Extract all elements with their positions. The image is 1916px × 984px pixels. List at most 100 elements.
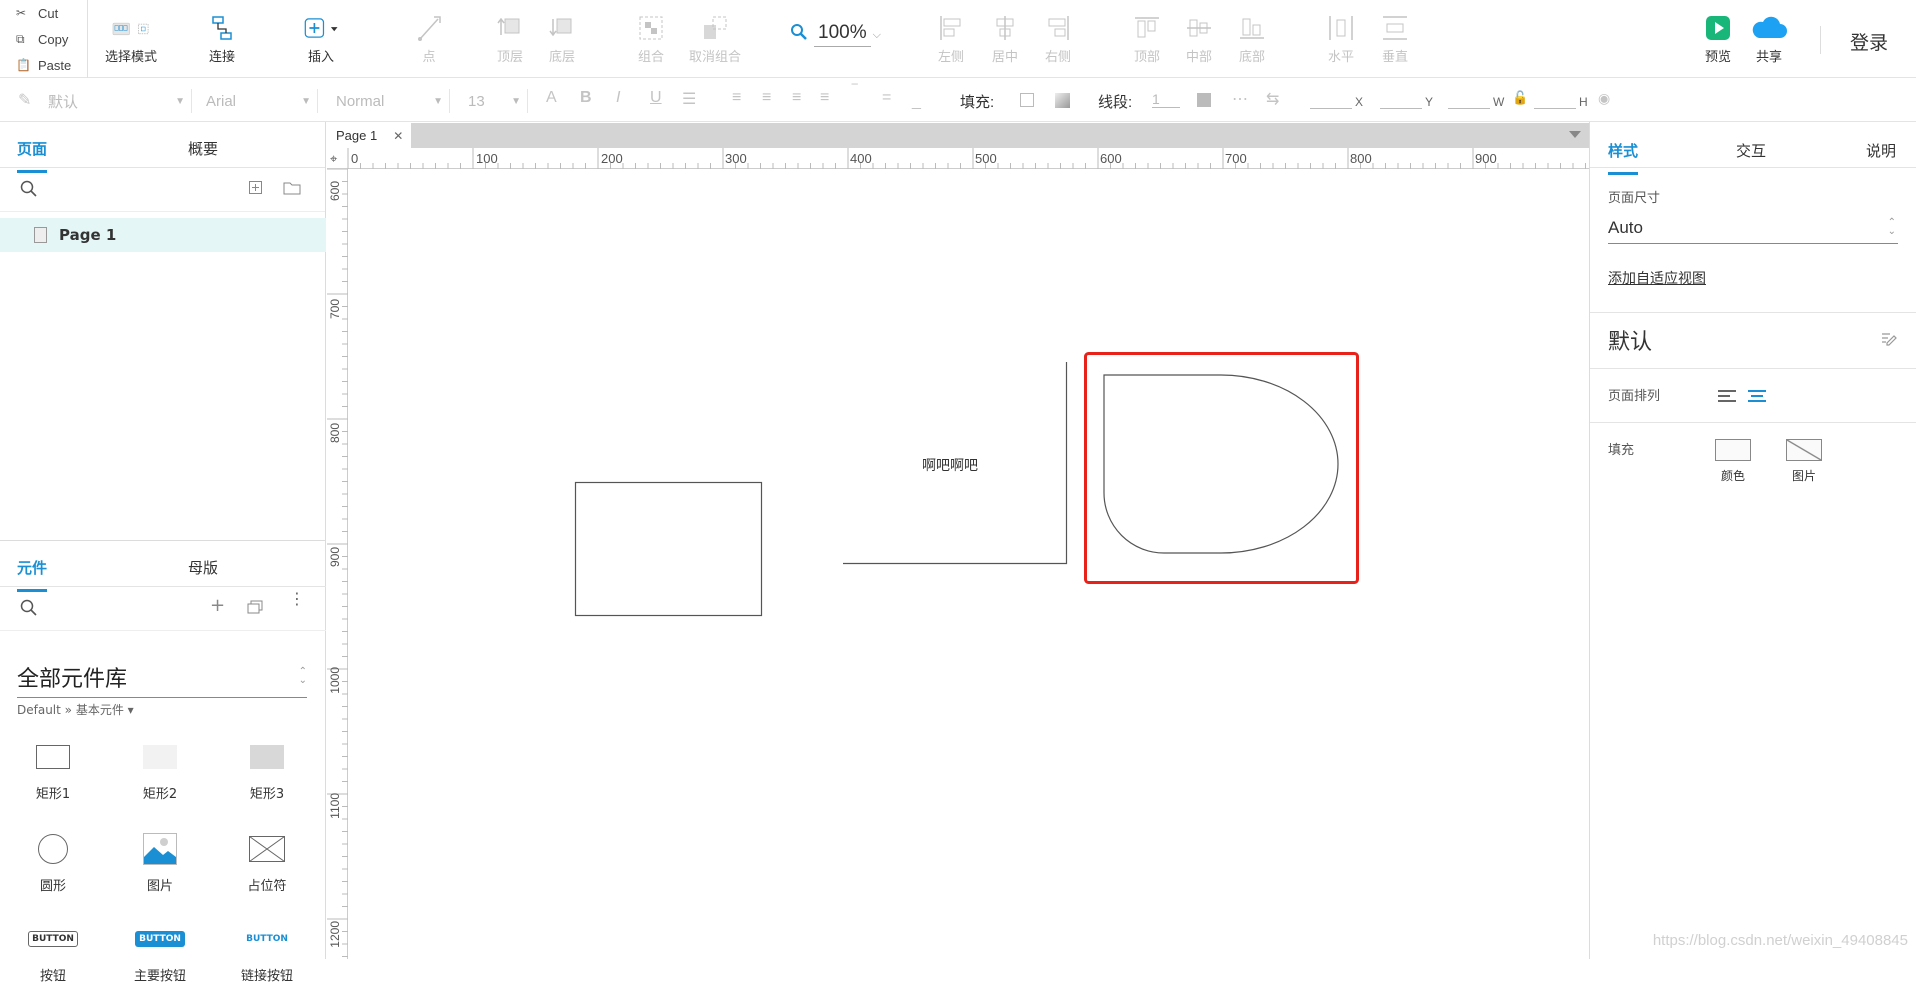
page-align-center-icon[interactable] <box>1747 388 1767 408</box>
widget-placeholder[interactable]: 占位符 <box>222 831 312 894</box>
tab-interaction[interactable]: 交互 <box>1736 140 1766 161</box>
align-right-icon <box>1039 12 1077 44</box>
page-align-left-icon[interactable] <box>1717 388 1737 408</box>
copy-button[interactable]: ⧉ Copy <box>0 26 87 52</box>
image-icon <box>143 831 177 867</box>
fill-color-swatch[interactable] <box>1020 93 1034 107</box>
add-page-icon[interactable] <box>248 180 264 200</box>
h-field[interactable]: H <box>1534 91 1588 109</box>
tabs-dropdown-icon[interactable] <box>1569 131 1581 138</box>
w-field[interactable]: W <box>1448 91 1504 109</box>
format-toolbar: ✎ 默认 ▼ Arial ▼ Normal ▼ 13 ▼ A B I U ☰ ≡ ≡ ≡… <box>0 79 1916 122</box>
ruler-label: 600 <box>1100 151 1122 166</box>
connect-button[interactable]: 连接 <box>203 12 241 65</box>
insert-button[interactable]: 插入 <box>302 12 340 65</box>
search-icon[interactable] <box>20 599 38 621</box>
zoom-value[interactable]: 100% <box>814 22 871 47</box>
line-color-swatch[interactable] <box>1197 93 1211 107</box>
canvas-text-label[interactable]: 啊吧啊吧 <box>922 455 978 475</box>
library-breadcrumb[interactable]: Default » 基本元件 ▾ <box>17 701 134 718</box>
widget-rectangle-1[interactable]: 矩形1 <box>8 739 98 802</box>
add-adaptive-view-link[interactable]: 添加自适应视图 <box>1608 268 1706 288</box>
widget-circle[interactable]: 圆形 <box>8 831 98 894</box>
library-select[interactable]: 全部元件库 ⌃ ⌄ <box>17 661 307 698</box>
edit-style-icon[interactable] <box>1880 330 1898 352</box>
align-center-button[interactable]: 居中 <box>986 12 1024 65</box>
fill-image-option[interactable]: 图片 <box>1786 439 1822 484</box>
tab-style[interactable]: 样式 <box>1608 140 1639 175</box>
group-button[interactable]: 组合 <box>632 12 670 65</box>
zoom-control[interactable]: 100% ⌵ <box>790 22 881 47</box>
font-size-select[interactable]: 13 ▼ <box>462 89 528 113</box>
text-align-center-icon[interactable]: ≡ <box>762 89 771 107</box>
distribute-horizontal-button[interactable]: 水平 <box>1322 12 1360 65</box>
bullet-list-icon[interactable]: ☰ <box>682 89 696 109</box>
design-canvas[interactable] <box>348 169 1589 959</box>
login-link[interactable]: 登录 <box>1850 28 1888 55</box>
align-top-button[interactable]: 顶部 <box>1128 12 1166 65</box>
bold-icon[interactable]: B <box>580 89 592 107</box>
share-button[interactable]: 共享 <box>1750 12 1788 65</box>
page-align-label: 页面排列 <box>1608 389 1661 404</box>
paste-button[interactable]: 📋 Paste <box>0 52 87 78</box>
cut-button[interactable]: ✂ Cut <box>0 0 87 26</box>
rectangle-shape[interactable] <box>574 481 763 617</box>
point-button[interactable]: 点 <box>410 12 448 65</box>
chevron-down-icon: ▼ <box>301 95 311 107</box>
font-color-icon[interactable]: A <box>546 89 557 107</box>
widget-primary-button[interactable]: BUTTON 主要按钮 <box>115 921 205 984</box>
add-folder-icon[interactable] <box>283 180 301 200</box>
top-layer-button[interactable]: 顶层 <box>491 12 529 65</box>
search-icon[interactable] <box>20 180 38 202</box>
lock-icon[interactable]: 🔓 <box>1512 90 1528 106</box>
shadow-swatch[interactable] <box>1055 93 1070 108</box>
line-style-icon[interactable]: ⋯ <box>1232 89 1248 109</box>
widget-button[interactable]: BUTTON 按钮 <box>8 921 98 984</box>
distribute-vertical-button[interactable]: 垂直 <box>1376 12 1414 65</box>
add-library-icon[interactable]: + <box>210 595 225 616</box>
library-manage-icon[interactable] <box>246 599 264 619</box>
more-vertical-icon[interactable]: ⋮ <box>289 591 305 607</box>
page-list-item[interactable]: Page 1 <box>0 218 326 252</box>
font-select[interactable]: Arial ▼ <box>200 89 318 113</box>
align-bottom-button[interactable]: 底部 <box>1233 12 1271 65</box>
tab-notes[interactable]: 说明 <box>1866 140 1896 161</box>
d-shape[interactable] <box>1103 374 1339 554</box>
align-middle-button[interactable]: 中部 <box>1180 12 1218 65</box>
align-middle-icon <box>1180 12 1218 44</box>
select-mode-button[interactable]: 选择模式 <box>105 12 157 65</box>
line-width-input[interactable]: 1 <box>1152 91 1180 108</box>
page-size-select[interactable]: Auto ⌃ ⌄ <box>1608 218 1898 244</box>
font-weight-select[interactable]: Normal ▼ <box>330 89 450 113</box>
widget-image[interactable]: 图片 <box>115 831 205 894</box>
fill-color-option[interactable]: 颜色 <box>1715 439 1751 484</box>
widget-link-button[interactable]: BUTTON 链接按钮 <box>222 921 312 984</box>
text-justify-icon[interactable]: ≡ <box>820 89 829 107</box>
tab-outline[interactable]: 概要 <box>188 138 218 159</box>
y-field[interactable]: Y <box>1380 91 1433 109</box>
tab-widgets[interactable]: 元件 <box>17 557 48 592</box>
style-select[interactable]: 默认 ▼ <box>42 89 192 113</box>
text-align-left-icon[interactable]: ≡ <box>732 89 741 107</box>
preview-button[interactable]: 预览 <box>1699 12 1737 65</box>
text-align-right-icon[interactable]: ≡ <box>792 89 801 107</box>
arrow-style-icon[interactable]: ⇆ <box>1266 89 1279 109</box>
rectangle-1-icon <box>36 739 70 775</box>
tab-pages[interactable]: 页面 <box>17 138 48 173</box>
eye-icon[interactable]: ◉ <box>1598 90 1610 107</box>
close-icon[interactable]: ✕ <box>393 129 403 143</box>
widget-rectangle-3[interactable]: 矩形3 <box>222 739 312 802</box>
document-tab[interactable]: Page 1 ✕ <box>327 123 411 148</box>
align-right-button[interactable]: 右侧 <box>1039 12 1077 65</box>
x-field[interactable]: X <box>1310 91 1363 109</box>
align-left-button[interactable]: 左侧 <box>932 12 970 65</box>
valign-middle-icon[interactable]: = <box>882 89 891 107</box>
widget-rectangle-2[interactable]: 矩形2 <box>115 739 205 802</box>
bottom-layer-button[interactable]: 底层 <box>543 12 581 65</box>
valign-bottom-icon[interactable]: _ <box>912 93 921 111</box>
tab-masters[interactable]: 母版 <box>188 557 218 578</box>
ungroup-button[interactable]: 取消组合 <box>689 12 741 65</box>
underline-icon[interactable]: U <box>650 89 662 107</box>
valign-top-icon[interactable]: ‾ <box>852 83 857 101</box>
italic-icon[interactable]: I <box>616 89 620 107</box>
